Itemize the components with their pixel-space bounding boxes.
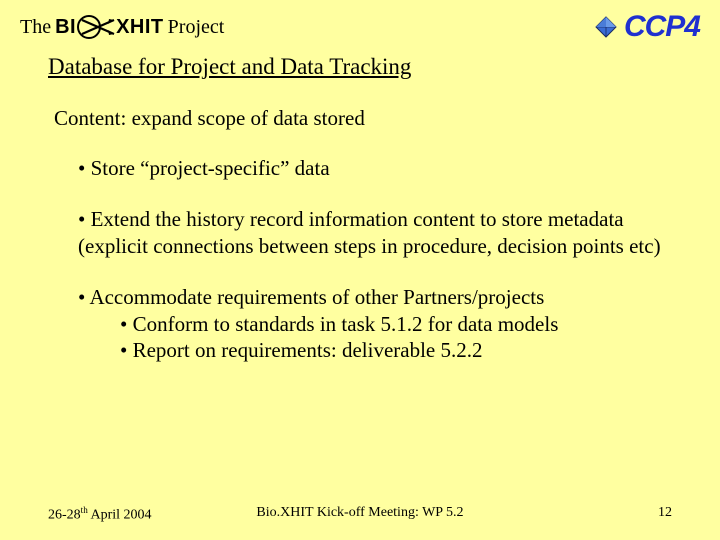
- bullet-2: • Extend the history record information …: [78, 206, 672, 260]
- footer-date-post: April 2004: [88, 508, 152, 523]
- footer-date-pre: 26-28: [48, 508, 81, 523]
- logo-text-the: The: [20, 16, 51, 39]
- bioxhit-text-right: XHIT: [116, 16, 164, 39]
- slide-content: Database for Project and Data Tracking C…: [0, 44, 720, 364]
- bullet-3-main: • Accommodate requirements of other Part…: [78, 284, 672, 311]
- slide-footer: 26-28th April 2004 Bio.XHIT Kick-off Mee…: [0, 505, 720, 524]
- logo-text-project: Project: [168, 16, 225, 39]
- ccp4-logo: CCP4: [594, 10, 700, 44]
- slide-title: Database for Project and Data Tracking: [48, 54, 672, 80]
- bullet-1: • Store “project-specific” data: [78, 155, 672, 182]
- project-logo: The BI XHIT Project: [20, 14, 224, 40]
- bullet-3a: • Conform to standards in task 5.1.2 for…: [120, 311, 672, 338]
- footer-date: 26-28th April 2004: [48, 505, 152, 524]
- footer-page-number: 12: [658, 505, 672, 524]
- bullet-3: • Accommodate requirements of other Part…: [78, 284, 672, 365]
- footer-date-sup: th: [81, 505, 88, 515]
- bioxhit-icon: [76, 14, 116, 40]
- footer-center: Bio.XHIT Kick-off Meeting: WP 5.2: [256, 505, 463, 521]
- ccp4-text: CCP4: [624, 10, 700, 44]
- slide-header: The BI XHIT Project: [0, 0, 720, 44]
- bullet-3b: • Report on requirements: deliverable 5.…: [120, 337, 672, 364]
- diamond-icon: [594, 15, 618, 39]
- slide-subtitle: Content: expand scope of data stored: [54, 106, 672, 131]
- bioxhit-logo: BI XHIT: [55, 14, 164, 40]
- bioxhit-text-left: BI: [55, 16, 76, 39]
